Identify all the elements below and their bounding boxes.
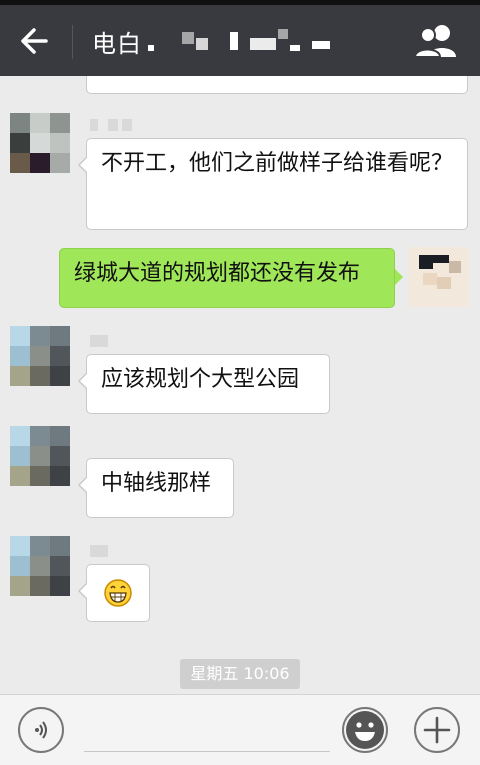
message-input[interactable] [84,751,330,752]
message-bubble[interactable]: 不开工，他们之前做样子给谁看呢？ [78,138,468,230]
chat-header: 电白 [0,5,480,76]
message-bubble-partial [86,76,468,94]
message-list[interactable]: 不开工，他们之前做样子给谁看呢？ 绿城大道的规划都还没有发布 应该规划个大型公园 [0,76,480,694]
grinning-emoji-icon [104,579,132,607]
avatar-self[interactable] [409,247,469,307]
voice-input-icon[interactable] [18,707,64,753]
avatar[interactable] [10,113,70,173]
message-bubble-emoji[interactable] [78,564,150,622]
avatar[interactable] [10,536,70,596]
sender-name-redacted [90,119,150,131]
message-bubble[interactable]: 中轴线那样 [78,458,234,518]
add-icon[interactable] [414,707,460,753]
avatar[interactable] [10,426,70,486]
back-arrow-icon[interactable] [14,21,58,61]
timestamp: 星期五 10:06 [180,659,300,689]
avatar[interactable] [10,326,70,386]
input-bar [0,694,480,765]
header-divider [72,25,73,59]
message-bubble[interactable]: 应该规划个大型公园 [78,354,330,414]
chat-title: 电白 [92,30,142,58]
sender-name-redacted [90,335,120,347]
group-members-icon[interactable] [412,23,460,59]
emoji-icon[interactable] [342,707,388,753]
sender-name-redacted [90,545,120,557]
message-bubble-sent[interactable]: 绿城大道的规划都还没有发布 [59,248,403,308]
